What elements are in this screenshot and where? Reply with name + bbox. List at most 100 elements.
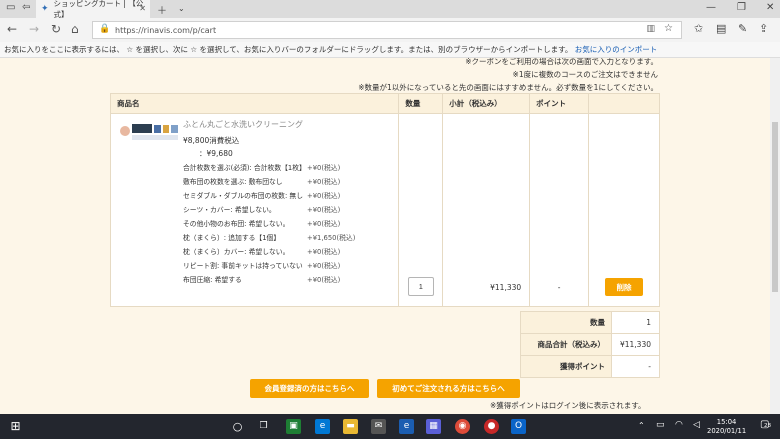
tab-title: ショッピングカート | 【公式】 [53,0,144,19]
tab-bar: ▭ ⇦ ✦ ショッピングカート | 【公式】 ✕ ＋ ⌄ — ❐ ✕ [0,0,780,19]
course-note: ※1度に複数のコースのご注文はできません [512,70,658,79]
first-order-button[interactable]: 初めてご注文される方はこちらへ [377,379,520,398]
task-view-icon[interactable]: ❒ [256,419,271,434]
summary-table: 数量 1 商品合計（税込み） ¥11,330 獲得ポイント - [520,311,660,378]
option-label: 枕（まくら）: 追加する【1個】 [183,234,281,242]
back-tabs-icon[interactable]: ⇦ [22,2,30,13]
clock[interactable]: 15:04 2020/01/11 [707,418,746,436]
scrollbar-thumb[interactable] [772,122,778,292]
network-icon[interactable]: ▭ [656,420,665,430]
option-price: +¥0(税込) [307,262,341,270]
coupon-note: ※クーポンをご利用の場合は次の画面で入力となります。 [465,58,658,66]
col-product: 商品名 [109,93,400,114]
volume-icon[interactable]: ◁ [693,420,700,430]
product-cell: ふとん丸ごと水洗いクリーニング ¥8,800消費税込 ：¥9,680 合計枚数を… [109,113,400,307]
points-cell: - [529,113,590,307]
favorites-bar: お気に入りをここに表示するには、 ☆ を選択し、次に ☆ を選択して、お気に入り… [0,42,780,58]
mail-icon[interactable]: ✉ [371,419,386,434]
restore-icon[interactable]: ❐ [737,2,746,13]
clock-time: 15:04 [716,418,737,426]
option-price: +¥0(税込) [307,220,341,228]
windows-start-icon[interactable]: ⊞ [8,419,23,434]
favbar-text: お気に入りをここに表示するには、 ☆ を選択し、次に ☆ を選択して、お気に入り… [4,45,573,54]
table-row: ふとん丸ごと水洗いクリーニング ¥8,800消費税込 ：¥9,680 合計枚数を… [109,113,660,307]
option-price: +¥1,650(税込) [307,234,356,242]
points-footnote: ※獲得ポイントはログイン後に表示されます。 [490,401,646,410]
close-tab-icon[interactable]: ✕ [139,4,146,13]
option-price: +¥0(税込) [307,178,341,186]
col-action [588,93,660,114]
option-label: 布団圧縮: 希望する [183,276,242,284]
product-price: ¥8,800消費税込 [183,136,240,145]
option-price: +¥0(税込) [307,276,341,284]
ie-icon[interactable]: e [399,419,414,434]
minimize-icon[interactable]: — [706,2,716,13]
col-subtotal: 小計（税込み） [442,93,531,114]
back-icon[interactable]: ← [7,22,17,36]
search-icon[interactable]: ○ [230,419,245,434]
option-price: +¥0(税込) [307,192,341,200]
home-icon[interactable]: ⌂ [71,22,79,36]
member-login-button[interactable]: 会員登録済の方はこちらへ [250,379,369,398]
delete-cell: 削除 [588,113,660,307]
summary-total-value: ¥11,330 [611,333,660,356]
summary-points-label: 獲得ポイント [520,355,612,378]
delete-button[interactable]: 削除 [605,278,644,296]
favorites-icon[interactable]: ✩ [694,22,703,35]
option-label: シーツ・カバー: 希望しない。 [183,206,276,214]
tab-list-icon[interactable]: ⌄ [178,4,185,13]
tab-cart[interactable]: ✦ ショッピングカート | 【公式】 ✕ [36,0,150,19]
app-icon[interactable]: ▦ [426,419,441,434]
store-icon[interactable]: ▣ [286,419,301,434]
wifi-icon[interactable]: ◠ [675,420,683,430]
option-label: 合計枚数を選ぶ(必須): 合計枚数【1枚】 [183,164,306,172]
option-label: セミダブル・ダブルの布団の枚数: 無し [183,192,303,200]
summary-qty-value: 1 [611,311,660,334]
app-red-icon[interactable]: ● [484,419,499,434]
quantity-input[interactable] [407,277,434,296]
reading-list-icon[interactable]: ▤ [716,22,726,35]
favorite-star-icon[interactable]: ☆ [664,23,673,34]
quantity-note: ※数量が1以外になっていると先の画面にはすすめません。必ず数量を1にしてください… [358,83,658,92]
lock-icon: 🔒 [99,24,111,34]
option-price: +¥0(税込) [307,206,341,214]
summary-points-value: - [611,355,660,378]
notes-icon[interactable]: ✎ [738,22,747,35]
reading-view-icon[interactable]: ▥ [646,24,655,34]
close-window-icon[interactable]: ✕ [766,2,774,13]
url-text: https://rinavis.com/p/cart [115,25,217,35]
option-label: 枕（まくら）カバー: 希望しない。 [183,248,290,256]
chrome-icon[interactable]: ◉ [455,419,470,434]
outlook-icon[interactable]: O [511,419,526,434]
site-favicon-icon: ✦ [41,4,49,14]
subtotal-cell: ¥11,330 [442,113,531,307]
option-label: その他小物のお布団: 希望しない。 [183,220,290,228]
option-price: +¥0(税込) [307,248,341,256]
summary-total-label: 商品合計（税込み） [520,333,612,356]
product-price-tax: ：¥9,680 [199,149,233,158]
clock-date: 2020/01/11 [707,427,747,435]
option-price: +¥0(税込) [307,164,341,172]
quantity-cell [398,113,444,307]
address-bar: ← → ↻ ⌂ 🔒 https://rinavis.com/p/cart ▥ ☆… [0,18,780,42]
tab-actions-icon[interactable]: ▭ [6,2,15,13]
col-quantity: 数量 [398,93,444,114]
refresh-icon[interactable]: ↻ [51,22,61,36]
product-name[interactable]: ふとん丸ごと水洗いクリーニング [183,119,303,130]
page-content: ※クーポンをご利用の場合は次の画面で入力となります。 ※1度に複数のコースのご注… [0,58,770,414]
summary-qty-label: 数量 [520,311,612,334]
taskbar: ⊞ ○ ❒ ▣ e ▬ ✉ e ▦ ◉ ● O ⌃ ▭ ◠ ◁ 15:04 20… [0,414,780,439]
forward-icon[interactable]: → [29,22,39,36]
tray-chevron-icon[interactable]: ⌃ [638,421,645,430]
import-favorites-link[interactable]: お気に入りのインポート [575,45,658,54]
file-explorer-icon[interactable]: ▬ [343,419,358,434]
edge-icon[interactable]: e [315,419,330,434]
share-icon[interactable]: ⇪ [759,22,768,35]
notification-count: 28 [764,423,771,429]
product-image [119,122,181,144]
col-points: ポイント [529,93,590,114]
new-tab-icon[interactable]: ＋ [157,2,167,17]
option-label: リピート割: 事前キットは持っていない [183,262,303,270]
scrollbar[interactable] [770,58,780,414]
url-field[interactable]: 🔒 https://rinavis.com/p/cart ▥ ☆ [92,21,682,39]
